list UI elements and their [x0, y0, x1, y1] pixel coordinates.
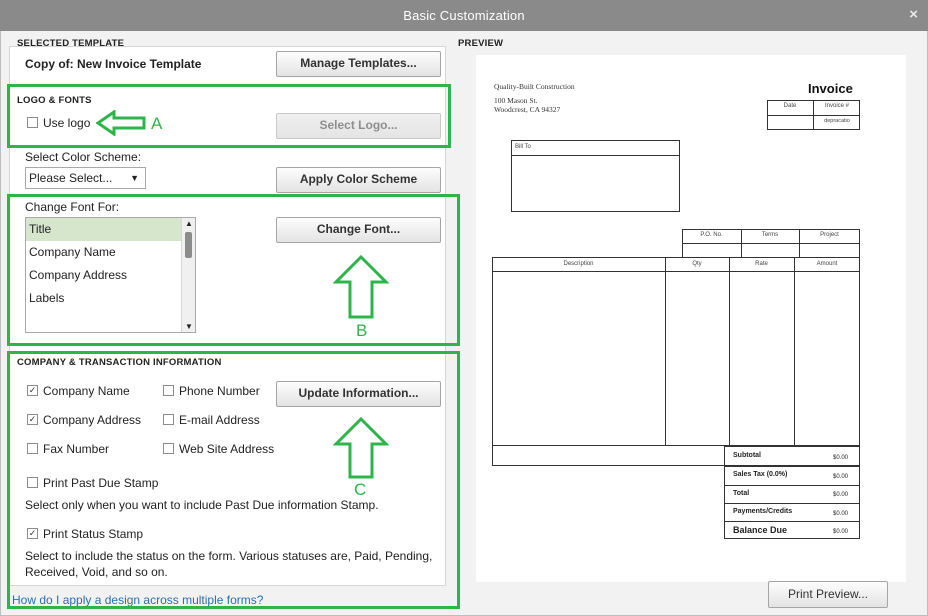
pv-invoice-no-value: depracatio	[824, 118, 850, 124]
apply-color-scheme-button[interactable]: Apply Color Scheme	[276, 167, 441, 193]
manage-templates-button[interactable]: Manage Templates...	[276, 51, 441, 77]
pv-address-line1: 100 Mason St.	[494, 96, 538, 105]
annotation-box-a	[7, 84, 451, 148]
pv-col-description: Description	[563, 261, 594, 267]
print-preview-button[interactable]: Print Preview...	[768, 581, 888, 608]
pv-date-label: Date	[783, 103, 797, 109]
color-scheme-value: Please Select...	[29, 171, 113, 185]
pv-col-amount: Amount	[816, 261, 838, 267]
pv-address-line2: Woodcrest, CA 94327	[494, 105, 561, 114]
annotation-label-b: B	[356, 321, 368, 340]
arrow-up-icon	[333, 416, 389, 479]
pv-payments-value: $0.00	[833, 511, 849, 517]
annotation-box-c	[7, 351, 460, 609]
title-bar: Basic Customization ×	[0, 0, 928, 31]
preview-header: PREVIEW	[458, 38, 504, 49]
annotation-box-b	[7, 194, 460, 346]
pv-bill-to-label: Bill To	[515, 144, 531, 150]
pv-project-label: Project	[820, 232, 839, 238]
chevron-down-icon: ▼	[130, 173, 139, 183]
arrow-up-icon	[333, 254, 389, 319]
pv-invoice-no-label: Invoice #	[824, 103, 849, 109]
selected-template-header: SELECTED TEMPLATE	[17, 38, 125, 49]
color-scheme-select[interactable]: Please Select... ▼	[25, 167, 146, 189]
color-scheme-label: Select Color Scheme:	[25, 150, 142, 164]
pv-po-label: P.O. No.	[700, 232, 723, 238]
pv-total-label: Total	[733, 490, 750, 497]
pv-bill-to-box	[511, 140, 680, 212]
pv-balance-due-label: Balance Due	[733, 525, 788, 535]
pv-total-value: $0.00	[833, 492, 849, 498]
annotation-label-a: A	[151, 114, 163, 133]
pv-sales-tax-value: $0.00	[833, 474, 849, 480]
annotation-label-c: C	[354, 480, 367, 499]
pv-doc-title: Invoice	[808, 81, 853, 96]
pv-line-items-table	[492, 257, 860, 466]
pv-subtotal-value: $0.00	[833, 455, 849, 461]
pv-company-name: Quality-Built Construction	[494, 82, 575, 91]
pv-col-rate: Rate	[755, 261, 768, 267]
close-icon[interactable]: ×	[909, 6, 918, 23]
window-title: Basic Customization	[403, 8, 525, 23]
pv-col-qty: Qty	[692, 261, 702, 267]
pv-subtotal-label: Subtotal	[733, 452, 761, 459]
invoice-preview: Quality-Built Construction 100 Mason St.…	[476, 55, 906, 582]
pv-payments-label: Payments/Credits	[733, 508, 793, 515]
arrow-left-icon	[96, 110, 146, 136]
pv-terms-label: Terms	[761, 232, 779, 238]
pv-sales-tax-label: Sales Tax (0.0%)	[733, 471, 788, 478]
pv-balance-due-value: $0.00	[833, 529, 849, 535]
template-name: Copy of: New Invoice Template	[25, 57, 202, 71]
